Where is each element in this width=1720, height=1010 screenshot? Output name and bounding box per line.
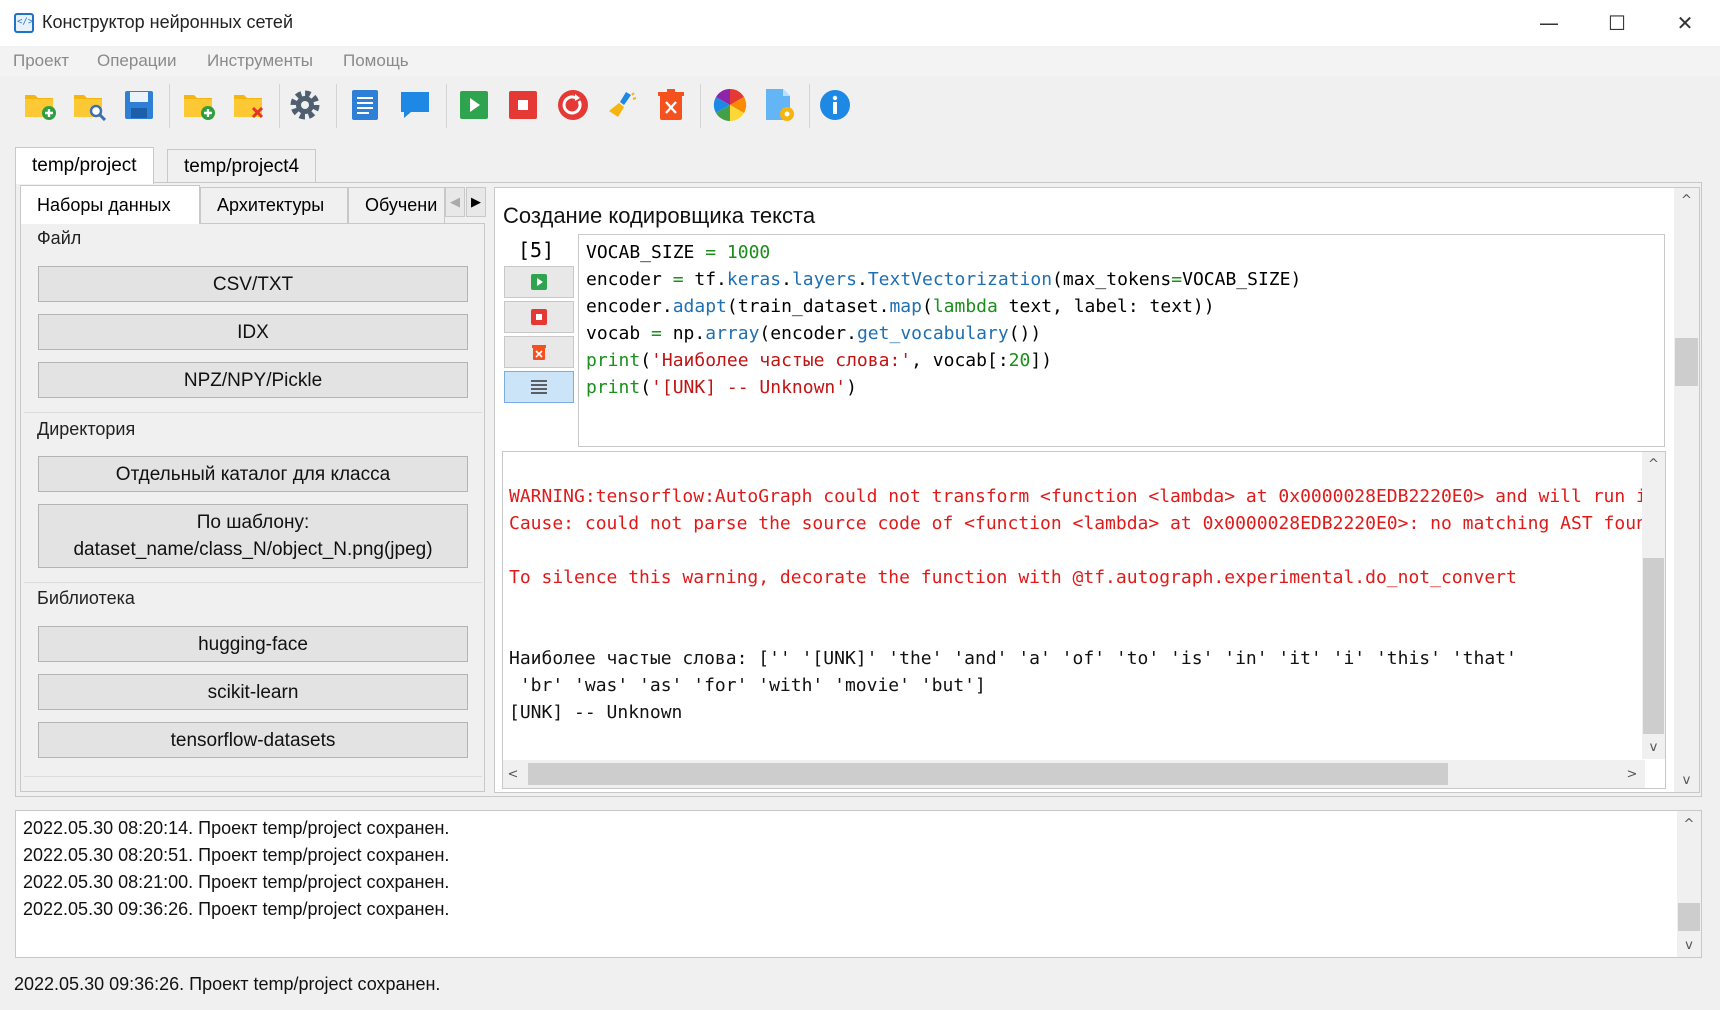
chevron-down-icon[interactable]: v (1675, 770, 1698, 790)
output-line: To silence this warning, decorate the fu… (509, 567, 1517, 588)
code-line-5: print('Наиболее частые слова:', vocab[:2… (586, 350, 1053, 371)
document-icon[interactable] (348, 88, 382, 122)
log-entry: 2022.05.30 08:20:51. Проект temp/project… (23, 845, 450, 865)
template-path-button[interactable]: По шаблону: dataset_name/class_N/object_… (38, 504, 468, 568)
code-line: print('Наиболее частые слова:', vocab[:2… (586, 350, 1052, 371)
group-divider (24, 582, 482, 583)
notebook-vscroll-thumb[interactable] (1675, 338, 1698, 386)
code-line-2: encoder = tf.keras.layers.TextVectorizat… (586, 269, 1302, 290)
tab-datasets[interactable]: Наборы данных (20, 185, 200, 224)
tab-project[interactable]: temp/project (15, 147, 154, 184)
delete-cell-button[interactable] (504, 336, 574, 368)
tensorflow-datasets-button[interactable]: tensorflow-datasets (38, 722, 468, 758)
output-line: 'br' 'was' 'as' 'for' 'with' 'movie' 'bu… (509, 675, 986, 696)
toggle-output-button[interactable] (504, 371, 574, 403)
log-entry: 2022.05.30 09:36:26. Проект temp/project… (23, 899, 450, 919)
group-divider (24, 412, 482, 413)
remove-folder-icon[interactable] (232, 88, 266, 122)
tab-scroll-buttons: ◀ ▶ (445, 187, 487, 217)
cell-title: Создание кодировщика текста (503, 203, 816, 228)
app-icon (14, 13, 34, 33)
toolbar-separator (700, 84, 701, 128)
clear-icon[interactable] (605, 88, 639, 122)
stop-icon (531, 309, 547, 325)
chevron-left-icon[interactable]: ◀ (445, 187, 465, 217)
output-vscroll-thumb[interactable] (1643, 558, 1664, 734)
chevron-right-icon[interactable]: > (1622, 763, 1642, 785)
toolbar-separator (336, 84, 337, 128)
lines-icon (531, 380, 547, 394)
tab-architectures[interactable]: Архитектуры (200, 187, 348, 223)
toolbar-separator (279, 84, 280, 128)
delete-icon (532, 345, 546, 360)
output-line: [UNK] -- Unknown (509, 702, 683, 723)
restart-icon[interactable] (556, 88, 590, 122)
log-entry: 2022.05.30 08:20:14. Проект temp/project… (23, 818, 450, 838)
delete-icon[interactable] (654, 88, 688, 122)
status-bar: 2022.05.30 09:36:26. Проект temp/project… (14, 974, 441, 994)
run-icon (531, 274, 547, 290)
chevron-down-icon[interactable]: v (1643, 738, 1664, 756)
menu-project[interactable]: Проект (13, 51, 69, 71)
toolbar-separator (446, 84, 447, 128)
open-project-icon[interactable] (72, 88, 106, 122)
code-line-1: VOCAB_SIZE = 1000 (586, 242, 771, 263)
close-button[interactable]: ✕ (1651, 0, 1719, 46)
toolbar-separator (809, 84, 810, 128)
code-line-6: print('[UNK] -- Unknown') (586, 377, 857, 398)
run-icon[interactable] (457, 88, 491, 122)
hugging-face-button[interactable]: hugging-face (38, 626, 468, 662)
toolbar-separator (169, 84, 170, 128)
run-cell-button[interactable] (504, 266, 574, 298)
group-title-directory: Директория (37, 419, 136, 439)
idx-button[interactable]: IDX (38, 314, 468, 350)
output-hscroll-thumb[interactable] (528, 763, 1448, 785)
cell-number: [5] (518, 238, 555, 262)
settings-icon[interactable] (288, 88, 322, 122)
chevron-up-icon[interactable]: ^ (1678, 815, 1700, 833)
code-line: encoder.adapt(train_dataset.map(lambda t… (586, 296, 1215, 317)
minimize-button[interactable]: — (1515, 0, 1583, 46)
log-vscroll-thumb[interactable] (1678, 903, 1700, 931)
code-line-3: encoder.adapt(train_dataset.map(lambda t… (586, 296, 1215, 317)
maximize-button[interactable]: ☐ (1583, 0, 1651, 46)
stop-cell-button[interactable] (504, 301, 574, 333)
group-title-file: Файл (37, 228, 82, 248)
code-line: print('[UNK] -- Unknown') (586, 377, 857, 398)
code-line: VOCAB_SIZE = 1000 (586, 242, 770, 263)
window-title: Конструктор нейронных сетей (42, 12, 293, 32)
class-folder-button[interactable]: Отдельный каталог для класса (38, 456, 468, 492)
chevron-right-icon[interactable]: ▶ (466, 187, 486, 217)
group-title-library: Библиотека (37, 588, 135, 608)
save-icon[interactable] (122, 88, 156, 122)
code-line-4: vocab = np.array(encoder.get_vocabulary(… (586, 323, 1042, 344)
chevron-down-icon[interactable]: v (1678, 936, 1700, 954)
log-entry: 2022.05.30 08:21:00. Проект temp/project… (23, 872, 450, 892)
tab-training[interactable]: Обучени (348, 187, 445, 223)
chevron-up-icon[interactable]: ^ (1675, 190, 1698, 210)
output-line: WARNING:tensorflow:AutoGraph could not t… (509, 486, 1645, 507)
file-settings-icon[interactable] (762, 88, 796, 122)
code-line: vocab = np.array(encoder.get_vocabulary(… (586, 323, 1041, 344)
csv-txt-button[interactable]: CSV/TXT (38, 266, 468, 302)
menu-help[interactable]: Помощь (343, 51, 409, 71)
notebook-vscrollbar[interactable] (1674, 188, 1699, 792)
tab-project4[interactable]: temp/project4 (167, 149, 317, 183)
group-divider (24, 776, 482, 777)
info-icon[interactable] (818, 88, 852, 122)
chevron-left-icon[interactable]: < (503, 763, 523, 785)
stop-icon[interactable] (506, 88, 540, 122)
npz-npy-pickle-button[interactable]: NPZ/NPY/Pickle (38, 362, 468, 398)
output-line: Cause: could not parse the source code o… (509, 513, 1645, 534)
chevron-up-icon[interactable]: ^ (1643, 455, 1664, 473)
menu-tools[interactable]: Инструменты (207, 51, 313, 71)
output-line: Наиболее частые слова: ['' '[UNK]' 'the'… (509, 648, 1517, 669)
scikit-learn-button[interactable]: scikit-learn (38, 674, 468, 710)
menu-operations[interactable]: Операции (97, 51, 177, 71)
comment-icon[interactable] (398, 88, 432, 122)
add-folder-icon[interactable] (182, 88, 216, 122)
code-line: encoder = tf.keras.layers.TextVectorizat… (586, 269, 1301, 290)
color-icon[interactable] (713, 88, 747, 122)
new-project-icon[interactable] (23, 88, 57, 122)
